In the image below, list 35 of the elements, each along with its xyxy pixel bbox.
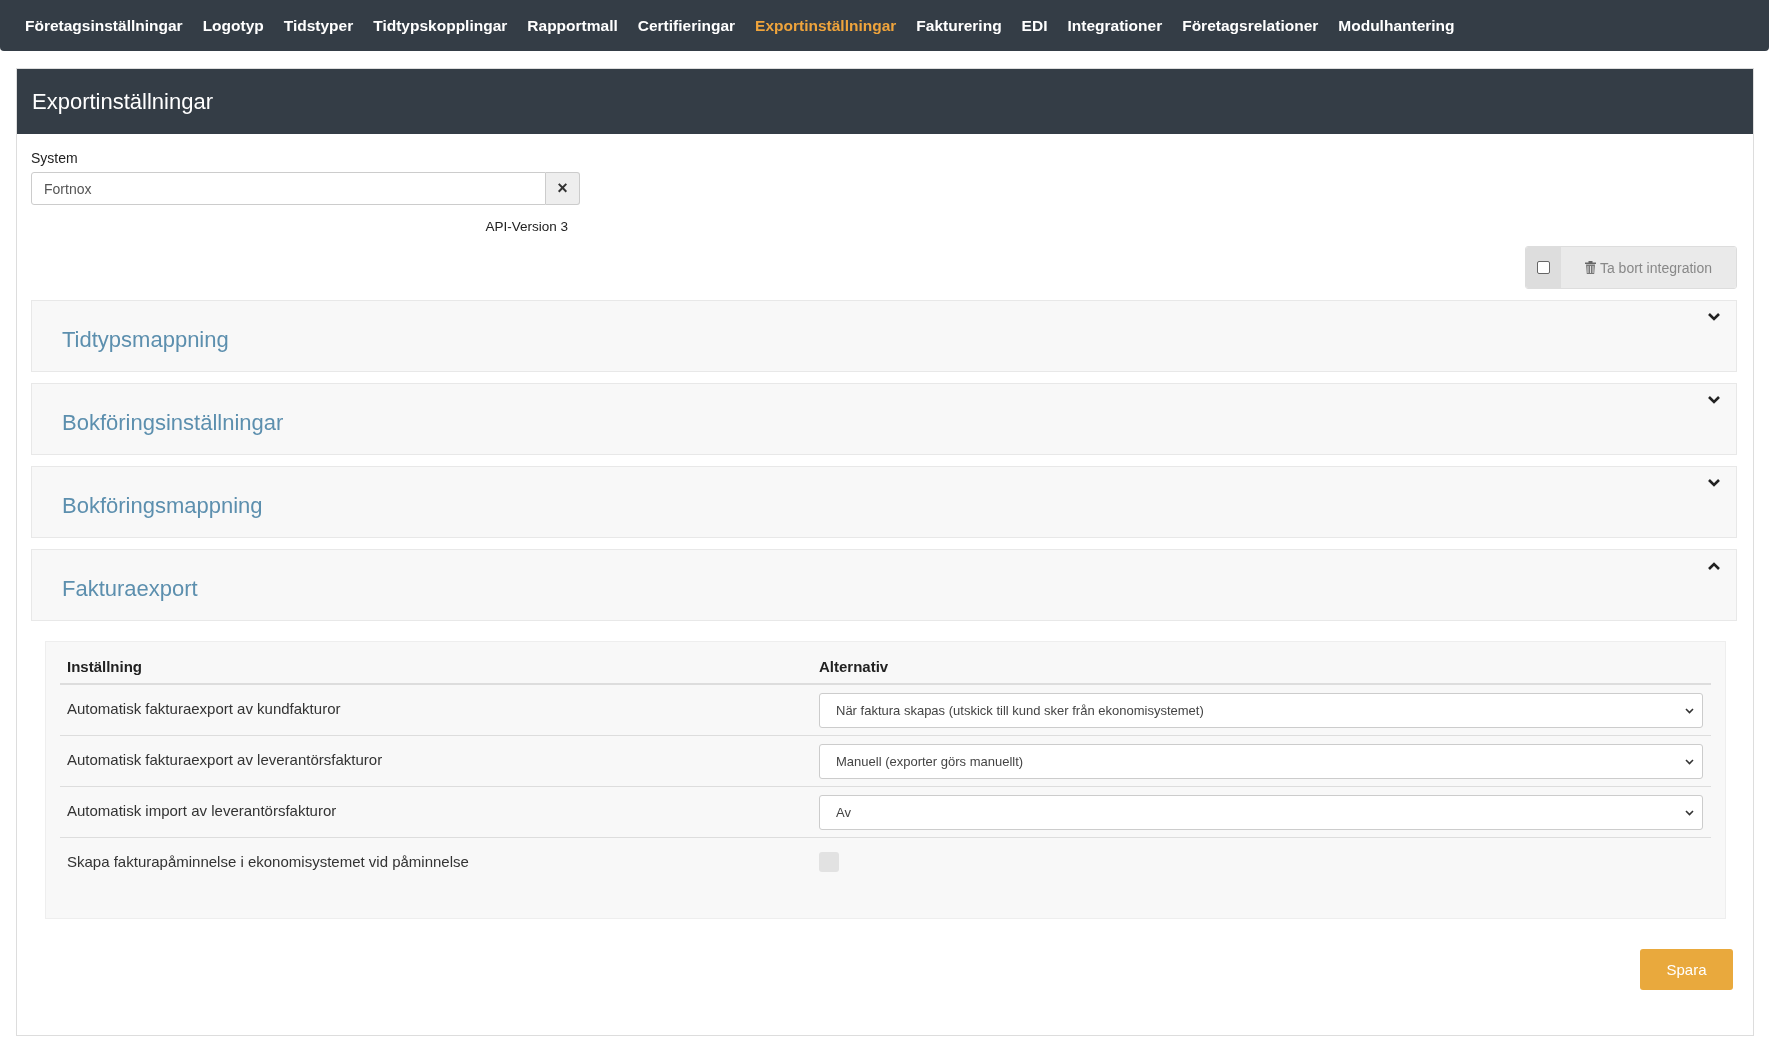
nav-tab[interactable]: EDI bbox=[1021, 16, 1048, 35]
caret-icon bbox=[1685, 707, 1694, 714]
panel-title: Exportinställningar bbox=[32, 88, 213, 115]
checkbox[interactable] bbox=[1536, 261, 1550, 274]
table-cell-text: Automatisk fakturaexport av leverantörsfakturor bbox=[66, 750, 384, 768]
chevron-down-icon bbox=[1708, 396, 1720, 404]
dropdown[interactable]: Manuell (exporter görs manuellt) bbox=[819, 744, 1703, 779]
nav-tab[interactable]: Certifieringar bbox=[637, 16, 736, 35]
nav-tab[interactable]: Tidstyper bbox=[283, 16, 354, 35]
table-cell-text: Automatisk import av leverantörsfakturor bbox=[66, 801, 338, 819]
nav-tab[interactable]: Exportinställningar bbox=[755, 16, 897, 35]
column-header: Alternativ bbox=[819, 658, 890, 675]
caret-icon bbox=[1685, 809, 1694, 816]
nav-tab[interactable]: Företagsinställningar bbox=[25, 16, 183, 35]
column-header: Inställning bbox=[66, 658, 143, 675]
nav-tab[interactable]: Rapportmall bbox=[527, 16, 618, 35]
table-cell-text: Automatisk fakturaexport av kundfakturor bbox=[66, 699, 342, 717]
nav-tab[interactable]: Integrationer bbox=[1067, 16, 1163, 35]
nav-tab[interactable]: Fakturering bbox=[916, 16, 1002, 35]
chevron-up-icon bbox=[1708, 562, 1720, 570]
dropdown[interactable]: Av bbox=[819, 795, 1703, 830]
api-version-text: API-Version 3 bbox=[485, 219, 568, 234]
trash-icon bbox=[1584, 261, 1596, 274]
system-field[interactable]: Fortnox bbox=[31, 172, 546, 205]
clear-button[interactable]: × bbox=[546, 172, 580, 205]
chevron-down-icon bbox=[1708, 479, 1720, 487]
nav-tab[interactable]: Modulhantering bbox=[1338, 16, 1455, 35]
nav-tab[interactable]: Logotyp bbox=[202, 16, 264, 35]
caret-icon bbox=[1685, 758, 1694, 765]
dropdown[interactable]: När faktura skapas (utskick till kund sker från ekonomisystemet) bbox=[819, 693, 1703, 728]
field-label: System bbox=[31, 150, 79, 166]
nav-tab[interactable]: Företagsrelationer bbox=[1182, 16, 1319, 35]
chevron-down-icon bbox=[1708, 313, 1720, 321]
nav-tab[interactable]: Tidtypskopplingar bbox=[373, 16, 508, 35]
table-cell-text: Skapa fakturapåminnelse i ekonomisystemet vid påminnelse bbox=[66, 852, 470, 870]
